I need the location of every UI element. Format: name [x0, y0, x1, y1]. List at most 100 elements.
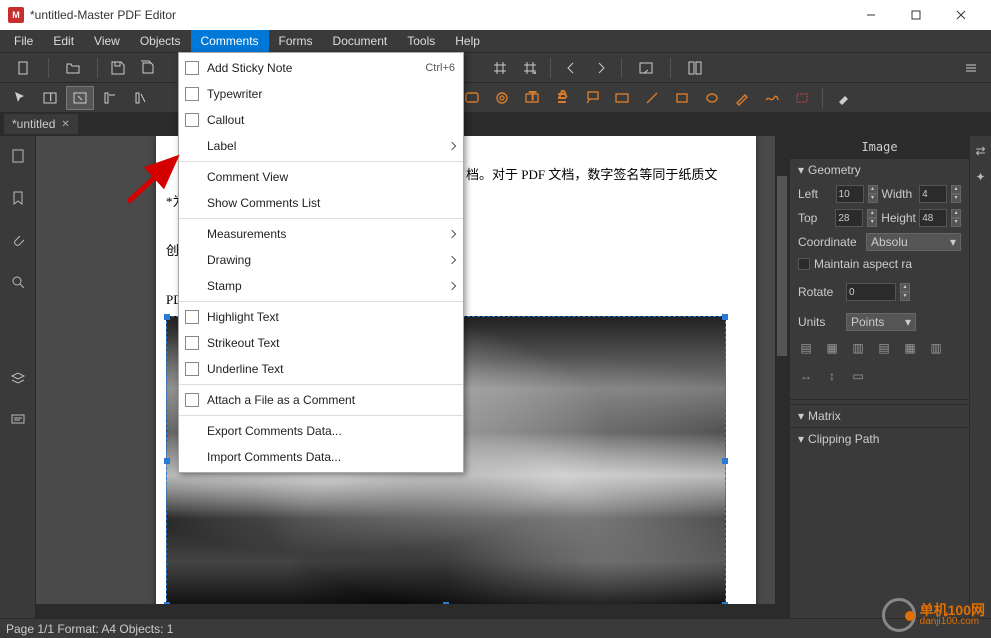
units-dropdown[interactable]: Points▾ — [846, 313, 916, 331]
width-spinner[interactable]: ▴▾ — [951, 185, 961, 203]
edit-text-tool[interactable]: T — [36, 86, 64, 110]
align-bottom-icon[interactable]: ▥ — [928, 341, 944, 355]
align-middle-icon[interactable]: ▦ — [902, 341, 918, 355]
line-tool[interactable] — [638, 86, 666, 110]
width-label: Width — [882, 187, 916, 201]
menu-document[interactable]: Document — [323, 30, 398, 52]
menu-item-strikeout-text[interactable]: Strikeout Text — [179, 330, 463, 356]
minimize-button[interactable] — [848, 0, 893, 30]
same-size-icon[interactable]: ▭ — [850, 369, 866, 383]
textbox-tool[interactable] — [608, 86, 636, 110]
close-button[interactable] — [938, 0, 983, 30]
menu-forms[interactable]: Forms — [269, 30, 323, 52]
menu-item-label[interactable]: Label — [179, 133, 463, 159]
ellipse-tool[interactable] — [698, 86, 726, 110]
chevron-down-icon: ▾ — [798, 432, 804, 446]
menu-item-stamp[interactable]: Stamp — [179, 273, 463, 299]
menu-edit[interactable]: Edit — [43, 30, 84, 52]
align-left-icon[interactable]: ▤ — [798, 341, 814, 355]
typewriter-tool[interactable]: T — [518, 86, 546, 110]
menu-item-comment-view[interactable]: Comment View — [179, 164, 463, 190]
panel-pin-icon[interactable]: ✦ — [972, 168, 990, 186]
horizontal-scrollbar[interactable] — [36, 604, 775, 618]
menu-item-import-comments-data-[interactable]: Import Comments Data... — [179, 444, 463, 470]
grid-icon[interactable] — [486, 56, 514, 80]
height-input[interactable] — [919, 209, 947, 227]
menu-item-export-comments-data-[interactable]: Export Comments Data... — [179, 418, 463, 444]
menu-item-measurements[interactable]: Measurements — [179, 221, 463, 247]
callout-tool[interactable] — [578, 86, 606, 110]
top-input[interactable] — [835, 209, 863, 227]
distribute-h-icon[interactable]: ↔ — [798, 369, 814, 383]
rectangle-tool[interactable] — [668, 86, 696, 110]
menu-item-drawing[interactable]: Drawing — [179, 247, 463, 273]
rotate-spinner[interactable]: ▴▾ — [900, 283, 910, 301]
next-page-button[interactable] — [587, 56, 615, 80]
height-spinner[interactable]: ▴▾ — [951, 209, 961, 227]
menu-item-show-comments-list[interactable]: Show Comments List — [179, 190, 463, 216]
align-right-icon[interactable]: ▥ — [850, 341, 866, 355]
chevron-down-icon: ▾ — [798, 163, 804, 177]
checkbox-icon — [185, 113, 199, 127]
menu-tools[interactable]: Tools — [397, 30, 445, 52]
area-tool[interactable] — [788, 86, 816, 110]
geometry-section-header[interactable]: ▾ Geometry — [790, 159, 969, 181]
maximize-button[interactable] — [893, 0, 938, 30]
vertical-scrollbar[interactable] — [775, 136, 789, 618]
pages-panel-icon[interactable] — [4, 142, 32, 170]
new-doc-button[interactable] — [6, 56, 42, 80]
distribute-v-icon[interactable]: ↕ — [824, 369, 840, 383]
eraser-tool[interactable] — [829, 86, 857, 110]
menu-item-add-sticky-note[interactable]: Add Sticky NoteCtrl+6 — [179, 55, 463, 81]
matrix-section-header[interactable]: ▾ Matrix — [790, 405, 969, 427]
menu-objects[interactable]: Objects — [130, 30, 191, 52]
select-tool[interactable] — [6, 86, 34, 110]
highlight-tool[interactable]: A — [548, 86, 576, 110]
left-spinner[interactable]: ▴▾ — [868, 185, 878, 203]
document-tab[interactable]: *untitled ✕ — [4, 114, 78, 134]
edit-object-tool[interactable] — [66, 86, 94, 110]
menu-item-underline-text[interactable]: Underline Text — [179, 356, 463, 382]
align-top-icon[interactable]: ▤ — [876, 341, 892, 355]
checkbox-icon — [185, 336, 199, 350]
clipping-section-header[interactable]: ▾ Clipping Path — [790, 428, 969, 450]
menu-overflow-icon[interactable] — [957, 56, 985, 80]
rotate-input[interactable] — [846, 283, 896, 301]
open-button[interactable] — [55, 56, 91, 80]
edit-form-tool[interactable] — [96, 86, 124, 110]
freehand-tool[interactable] — [758, 86, 786, 110]
layers-panel-icon[interactable] — [4, 364, 32, 392]
menu-file[interactable]: File — [4, 30, 43, 52]
svg-text:T: T — [47, 90, 55, 104]
coordinate-dropdown[interactable]: Absolu▾ — [866, 233, 961, 251]
align-center-icon[interactable]: ▦ — [824, 341, 840, 355]
menu-comments[interactable]: Comments — [191, 30, 269, 52]
comments-panel-icon[interactable] — [4, 406, 32, 434]
width-input[interactable] — [919, 185, 947, 203]
chevron-right-icon — [448, 230, 456, 238]
save-button[interactable] — [104, 56, 132, 80]
bookmarks-panel-icon[interactable] — [4, 184, 32, 212]
panel-toggle-icon[interactable]: ⇄ — [972, 142, 990, 160]
menu-help[interactable]: Help — [445, 30, 490, 52]
menu-item-highlight-text[interactable]: Highlight Text — [179, 304, 463, 330]
menu-item-attach-a-file-as-a-comment[interactable]: Attach a File as a Comment — [179, 387, 463, 413]
left-input[interactable] — [836, 185, 864, 203]
svg-text:T: T — [529, 90, 537, 103]
view-mode-dropdown[interactable] — [677, 56, 713, 80]
search-panel-icon[interactable] — [4, 268, 32, 296]
aspect-checkbox[interactable] — [798, 258, 810, 270]
pencil-tool[interactable] — [728, 86, 756, 110]
attachments-panel-icon[interactable] — [4, 226, 32, 254]
snap-icon[interactable] — [516, 56, 544, 80]
save-all-button[interactable] — [134, 56, 162, 80]
prev-page-button[interactable] — [557, 56, 585, 80]
vertical-text-tool[interactable] — [126, 86, 154, 110]
menu-item-callout[interactable]: Callout — [179, 107, 463, 133]
stamp-tool[interactable] — [488, 86, 516, 110]
top-spinner[interactable]: ▴▾ — [867, 209, 877, 227]
menu-view[interactable]: View — [84, 30, 130, 52]
tab-close-icon[interactable]: ✕ — [61, 119, 69, 130]
menu-item-typewriter[interactable]: Typewriter — [179, 81, 463, 107]
zoom-dropdown[interactable] — [628, 56, 664, 80]
